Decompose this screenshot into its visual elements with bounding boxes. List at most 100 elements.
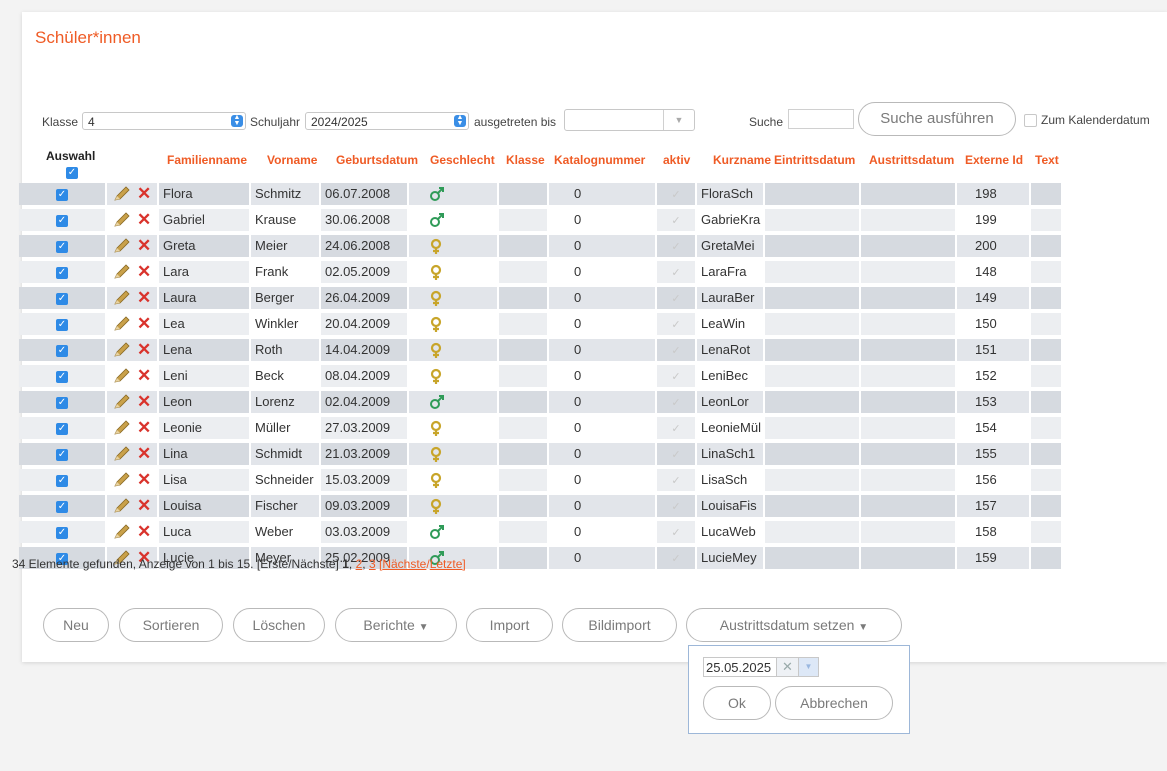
table-row[interactable]: ✓ ✕ Leon Lorenz 02.04.2009 0 ✓ LeonLor 153	[19, 391, 1061, 413]
page-link-2[interactable]: 2	[356, 557, 363, 571]
table-row[interactable]: ✓ ✕ Lena Roth 14.04.2009 0 ✓ LenaRot 151	[19, 339, 1061, 361]
row-select-checkbox[interactable]: ✓	[19, 391, 105, 413]
image-import-button[interactable]: Bildimport	[562, 608, 677, 642]
checkbox-checked-icon[interactable]: ✓	[56, 214, 68, 227]
row-select-checkbox[interactable]: ✓	[19, 417, 105, 439]
table-row[interactable]: ✓ ✕ Lisa Schneider 15.03.2009 0 ✓ LisaSch 156	[19, 469, 1061, 491]
col-header-eintrittsdatum[interactable]: Eintrittsdatum	[774, 153, 855, 167]
pencil-icon[interactable]	[113, 264, 131, 287]
delete-x-icon[interactable]: ✕	[137, 236, 151, 256]
set-exit-date-dropdown-button[interactable]: Austrittsdatum setzen ▼	[686, 608, 902, 642]
delete-button[interactable]: Löschen	[233, 608, 325, 642]
table-row[interactable]: ✓ ✕ Gabriel Krause 30.06.2008 0 ✓ GabrieKra 199	[19, 209, 1061, 231]
pencil-icon[interactable]	[113, 524, 131, 547]
pencil-icon[interactable]	[113, 472, 131, 495]
pencil-icon[interactable]	[113, 186, 131, 209]
delete-x-icon[interactable]: ✕	[137, 262, 151, 282]
exit-date-input[interactable]: 25.05.2025	[703, 657, 777, 677]
table-row[interactable]: ✓ ✕ Greta Meier 24.06.2008 0 ✓ GretaMei 200	[19, 235, 1061, 257]
checkbox-checked-icon[interactable]: ✓	[56, 526, 68, 539]
pencil-icon[interactable]	[113, 420, 131, 443]
select-all-checkbox[interactable]: ✓	[66, 164, 78, 179]
col-header-vorname[interactable]: Vorname	[267, 153, 317, 167]
delete-x-icon[interactable]: ✕	[137, 522, 151, 542]
delete-x-icon[interactable]: ✕	[137, 444, 151, 464]
col-header-familienname[interactable]: Familienname	[167, 153, 247, 167]
pencil-icon[interactable]	[113, 290, 131, 313]
row-select-checkbox[interactable]: ✓	[19, 339, 105, 361]
row-select-checkbox[interactable]: ✓	[19, 365, 105, 387]
row-select-checkbox[interactable]: ✓	[19, 495, 105, 517]
last-link[interactable]: Letzte	[430, 557, 463, 571]
checkbox-checked-icon[interactable]: ✓	[56, 422, 68, 435]
pencil-icon[interactable]	[113, 316, 131, 339]
ausgetreten-combo[interactable]: ▼	[564, 109, 695, 131]
pencil-icon[interactable]	[113, 498, 131, 521]
delete-x-icon[interactable]: ✕	[137, 366, 151, 386]
delete-x-icon[interactable]: ✕	[137, 314, 151, 334]
col-header-geburtsdatum[interactable]: Geburtsdatum	[336, 153, 418, 167]
row-select-checkbox[interactable]: ✓	[19, 209, 105, 231]
checkbox-checked-icon[interactable]: ✓	[56, 474, 68, 487]
checkbox-checked-icon[interactable]: ✓	[56, 344, 68, 357]
checkbox-checked-icon[interactable]: ✓	[56, 396, 68, 409]
chevron-down-icon[interactable]: ▼	[663, 110, 694, 130]
col-header-text[interactable]: Text	[1035, 153, 1059, 167]
row-select-checkbox[interactable]: ✓	[19, 469, 105, 491]
table-row[interactable]: ✓ ✕ Leonie Müller 27.03.2009 0 ✓ LeonieMül 154	[19, 417, 1061, 439]
checkbox-checked-icon[interactable]: ✓	[56, 448, 68, 461]
row-select-checkbox[interactable]: ✓	[19, 287, 105, 309]
ok-button[interactable]: Ok	[703, 686, 771, 720]
sort-button[interactable]: Sortieren	[119, 608, 223, 642]
table-row[interactable]: ✓ ✕ Laura Berger 26.04.2009 0 ✓ LauraBer 149	[19, 287, 1061, 309]
search-button[interactable]: Suche ausführen	[858, 102, 1016, 136]
col-header-externe-id[interactable]: Externe Id	[965, 153, 1023, 167]
col-header-klasse[interactable]: Klasse	[506, 153, 545, 167]
delete-x-icon[interactable]: ✕	[137, 288, 151, 308]
col-header-kurzname[interactable]: Kurzname	[713, 153, 771, 167]
search-input[interactable]	[788, 109, 854, 129]
table-row[interactable]: ✓ ✕ Lina Schmidt 21.03.2009 0 ✓ LinaSch1 155	[19, 443, 1061, 465]
pencil-icon[interactable]	[113, 342, 131, 365]
pencil-icon[interactable]	[113, 212, 131, 235]
new-button[interactable]: Neu	[43, 608, 109, 642]
row-select-checkbox[interactable]: ✓	[19, 521, 105, 543]
cancel-button[interactable]: Abbrechen	[775, 686, 893, 720]
row-select-checkbox[interactable]: ✓	[19, 261, 105, 283]
col-header-geschlecht[interactable]: Geschlecht	[430, 153, 495, 167]
table-row[interactable]: ✓ ✕ Lara Frank 02.05.2009 0 ✓ LaraFra 148	[19, 261, 1061, 283]
delete-x-icon[interactable]: ✕	[137, 470, 151, 490]
col-header-austrittsdatum[interactable]: Austrittsdatum	[869, 153, 954, 167]
pencil-icon[interactable]	[113, 394, 131, 417]
pencil-icon[interactable]	[113, 368, 131, 391]
col-header-katalognummer[interactable]: Katalognummer	[554, 153, 645, 167]
table-row[interactable]: ✓ ✕ Luca Weber 03.03.2009 0 ✓ LucaWeb 158	[19, 521, 1061, 543]
checkbox-checked-icon[interactable]: ✓	[56, 266, 68, 279]
row-select-checkbox[interactable]: ✓	[19, 235, 105, 257]
next-link[interactable]: Nächste	[382, 557, 426, 571]
checkbox-checked-icon[interactable]: ✓	[56, 292, 68, 305]
delete-x-icon[interactable]: ✕	[137, 496, 151, 516]
checkbox-checked-icon[interactable]: ✓	[56, 188, 68, 201]
checkbox-checked-icon[interactable]: ✓	[56, 240, 68, 253]
table-row[interactable]: ✓ ✕ Leni Beck 08.04.2009 0 ✓ LeniBec 152	[19, 365, 1061, 387]
checkbox-checked-icon[interactable]: ✓	[56, 500, 68, 513]
table-row[interactable]: ✓ ✕ Lea Winkler 20.04.2009 0 ✓ LeaWin 150	[19, 313, 1061, 335]
pencil-icon[interactable]	[113, 446, 131, 469]
clear-icon[interactable]: ✕	[777, 657, 799, 677]
pencil-icon[interactable]	[113, 238, 131, 261]
row-select-checkbox[interactable]: ✓	[19, 443, 105, 465]
delete-x-icon[interactable]: ✕	[137, 340, 151, 360]
checkbox-checked-icon[interactable]: ✓	[56, 318, 68, 331]
page-link-3[interactable]: 3	[369, 557, 376, 571]
table-row[interactable]: ✓ ✕ Louisa Fischer 09.03.2009 0 ✓ LouisaFis 157	[19, 495, 1061, 517]
delete-x-icon[interactable]: ✕	[137, 418, 151, 438]
chevron-down-icon[interactable]: ▼	[799, 657, 819, 677]
delete-x-icon[interactable]: ✕	[137, 210, 151, 230]
delete-x-icon[interactable]: ✕	[137, 392, 151, 412]
kalender-checkbox[interactable]	[1024, 114, 1037, 127]
checkbox-checked-icon[interactable]: ✓	[56, 370, 68, 383]
row-select-checkbox[interactable]: ✓	[19, 183, 105, 205]
row-select-checkbox[interactable]: ✓	[19, 313, 105, 335]
schuljahr-select[interactable]: 2024/2025 ▲ ▼	[305, 112, 469, 130]
